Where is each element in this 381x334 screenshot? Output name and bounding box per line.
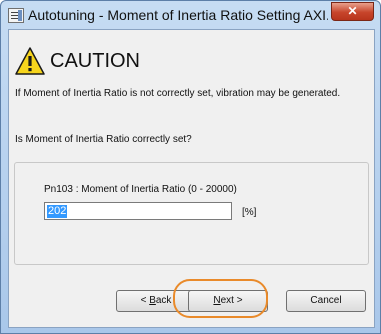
input-value: 202 [47, 204, 68, 218]
title-bar[interactable]: Autotuning - Moment of Inertia Ratio Set… [1, 1, 380, 29]
close-button[interactable]: ✕ [331, 2, 374, 21]
window-title: Autotuning - Moment of Inertia Ratio Set… [28, 7, 328, 23]
confirmation-question: Is Moment of Inertia Ratio correctly set… [15, 134, 192, 145]
warning-triangle-icon [15, 47, 45, 75]
warning-message: If Moment of Inertia Ratio is not correc… [15, 88, 341, 99]
next-button[interactable]: Next > [188, 290, 268, 312]
settings-dialog-icon [8, 8, 24, 23]
cancel-button[interactable]: Cancel [286, 290, 366, 312]
caution-heading: CAUTION [50, 50, 140, 72]
unit-label: [%] [242, 207, 257, 218]
moment-of-inertia-ratio-input[interactable]: 202 [44, 202, 232, 220]
parameter-label: Pn103 : Moment of Inertia Ratio (0 - 200… [44, 184, 237, 195]
back-button[interactable]: < Back [116, 290, 196, 312]
dialog-window: Autotuning - Moment of Inertia Ratio Set… [0, 0, 381, 334]
